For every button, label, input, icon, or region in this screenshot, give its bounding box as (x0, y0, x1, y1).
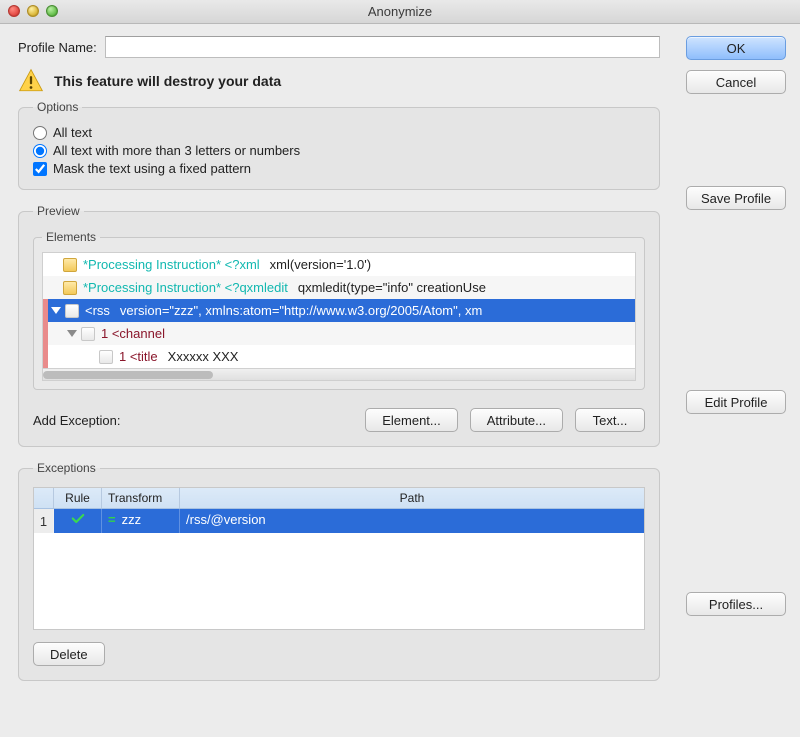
close-window-button[interactable] (8, 5, 20, 17)
tree-label: *Processing Instruction* <?qxmledit (83, 280, 298, 295)
exception-row-index: 1 (34, 509, 54, 533)
tree-horizontal-scrollbar[interactable] (43, 368, 635, 380)
add-text-exception-button[interactable]: Text... (575, 408, 645, 432)
processing-instruction-icon (63, 281, 77, 295)
tree-label: *Processing Instruction* <?xml (83, 257, 270, 272)
window-controls (8, 5, 58, 17)
exception-transform-cell: =zzz (102, 509, 180, 533)
col-path[interactable]: Path (180, 488, 644, 508)
element-icon (99, 350, 113, 364)
disclosure-triangle-icon[interactable] (67, 330, 77, 337)
options-group: Options All text All text with more than… (18, 100, 660, 190)
preview-legend: Preview (33, 204, 84, 218)
elements-legend: Elements (42, 230, 100, 244)
tree-label: 1 <title (119, 349, 168, 364)
tree-row[interactable]: 1 <title Xxxxxx XXX (43, 345, 635, 368)
tree-label: <rss (85, 303, 120, 318)
disclosure-triangle-icon[interactable] (51, 307, 61, 314)
exception-row[interactable]: 1 =zzz /rss/@version (34, 509, 644, 533)
elements-group: Elements *Processing Instruction* <?xml … (33, 230, 645, 390)
check-icon (71, 513, 85, 524)
processing-instruction-icon (63, 258, 77, 272)
warning-icon (18, 68, 44, 94)
exceptions-table[interactable]: Rule Transform Path 1 (33, 487, 645, 630)
ok-button[interactable]: OK (686, 36, 786, 60)
col-index (34, 488, 54, 508)
profiles-button[interactable]: Profiles... (686, 592, 786, 616)
tree-row[interactable]: *Processing Instruction* <?qxmledit qxml… (43, 276, 635, 299)
tree-detail: Xxxxxx XXX (168, 349, 249, 364)
tree-detail: version="zzz", xmlns:atom="http://www.w3… (120, 303, 492, 318)
preview-group: Preview Elements *Processing Instruction… (18, 204, 660, 447)
add-exception-label: Add Exception: (33, 413, 120, 428)
col-transform[interactable]: Transform (102, 488, 180, 508)
warning-text: This feature will destroy your data (54, 73, 281, 89)
exceptions-header: Rule Transform Path (34, 488, 644, 509)
exception-path-cell: /rss/@version (180, 509, 644, 533)
tree-row-selected[interactable]: <rss version="zzz", xmlns:atom="http://w… (43, 299, 635, 322)
all-text-min-radio[interactable] (33, 144, 47, 158)
exceptions-legend: Exceptions (33, 461, 100, 475)
tree-detail: xml(version='1.0') (270, 257, 381, 272)
equals-icon: = (108, 512, 122, 527)
add-element-exception-button[interactable]: Element... (365, 408, 458, 432)
minimize-window-button[interactable] (27, 5, 39, 17)
element-icon (65, 304, 79, 318)
scrollbar-thumb[interactable] (43, 371, 213, 379)
cancel-button[interactable]: Cancel (686, 70, 786, 94)
all-text-min-label: All text with more than 3 letters or num… (53, 143, 300, 158)
mask-fixed-label: Mask the text using a fixed pattern (53, 161, 251, 176)
edit-profile-button[interactable]: Edit Profile (686, 390, 786, 414)
mask-fixed-checkbox[interactable] (33, 162, 47, 176)
all-text-radio[interactable] (33, 126, 47, 140)
add-attribute-exception-button[interactable]: Attribute... (470, 408, 563, 432)
tree-row[interactable]: *Processing Instruction* <?xml xml(versi… (43, 253, 635, 276)
all-text-label: All text (53, 125, 92, 140)
tree-detail: qxmledit(type="info" creationUse (298, 280, 496, 295)
exception-rule-cell (54, 509, 102, 533)
profile-name-input[interactable] (105, 36, 660, 58)
tree-label: 1 <channel (101, 326, 175, 341)
elements-tree[interactable]: *Processing Instruction* <?xml xml(versi… (42, 252, 636, 381)
col-rule[interactable]: Rule (54, 488, 102, 508)
tree-row[interactable]: 1 <channel (43, 322, 635, 345)
options-legend: Options (33, 100, 82, 114)
titlebar: Anonymize (0, 0, 800, 24)
delete-exception-button[interactable]: Delete (33, 642, 105, 666)
save-profile-button[interactable]: Save Profile (686, 186, 786, 210)
element-icon (81, 327, 95, 341)
exceptions-group: Exceptions Rule Transform Path 1 (18, 461, 660, 681)
window-title: Anonymize (0, 4, 800, 19)
profile-name-label: Profile Name: (18, 40, 97, 55)
zoom-window-button[interactable] (46, 5, 58, 17)
